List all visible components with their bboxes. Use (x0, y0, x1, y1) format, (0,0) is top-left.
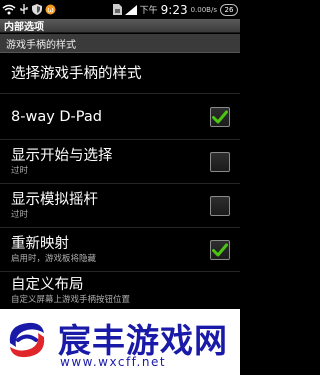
section-header: 游戏手柄的样式 (0, 34, 240, 53)
remap-checkbox[interactable] (210, 239, 230, 260)
list-item-gamepad-style[interactable]: 选择游戏手柄的样式 (0, 54, 240, 94)
brand-url: www.wxcff.net (60, 355, 167, 369)
list-item-custom-layout[interactable]: 自定义布局 自定义屏幕上游戏手柄按钮位置 (0, 272, 240, 309)
title-bar: 内部选项 (0, 19, 240, 33)
time-period: 下午 (139, 6, 158, 16)
list-item-title: 显示开始与选择 (11, 147, 113, 164)
net-speed: 0.00B/s (190, 5, 217, 14)
notification-icon: ω (45, 0, 56, 19)
watermark-banner: 宸丰游戏网 www.wxcff.net (0, 309, 240, 375)
analog-stick-checkbox[interactable] (210, 195, 230, 216)
list-item-subtitle: 过时 (11, 209, 29, 220)
list-item-title: 选择游戏手柄的样式 (11, 65, 142, 82)
list-item-show-start-select[interactable]: 显示开始与选择 过时 (0, 140, 240, 184)
checkmark-icon (212, 243, 228, 256)
list-item-remap[interactable]: 重新映射 启用时，游戏板将隐藏 (0, 228, 240, 272)
clock: 9:23 (160, 2, 188, 17)
status-bar: ω 下午 9:23 0.00B/s 26 (0, 0, 240, 19)
svg-text:ω: ω (47, 6, 54, 15)
list-item-8way-dpad[interactable]: 8-way D-Pad (0, 94, 240, 140)
battery-level: 26 (224, 5, 234, 14)
brand-logo-icon (9, 322, 45, 358)
usb-icon (19, 0, 29, 19)
shield-icon (32, 0, 42, 19)
sim-icon (112, 0, 122, 19)
list-item-title: 8-way D-Pad (11, 108, 102, 125)
section-header-label: 游戏手柄的样式 (6, 39, 76, 51)
checkmark-icon (212, 110, 228, 123)
list-item-title: 重新映射 (11, 235, 69, 252)
page-title: 内部选项 (4, 22, 44, 33)
list-item-show-analog-stick[interactable]: 显示模拟摇杆 过时 (0, 184, 240, 228)
list-item-title: 显示模拟摇杆 (11, 191, 98, 208)
battery-icon: 26 (220, 3, 238, 16)
dpad-checkbox[interactable] (210, 106, 230, 127)
list-item-subtitle: 启用时，游戏板将隐藏 (11, 253, 97, 264)
list-item-title: 自定义布局 (11, 276, 84, 293)
signal-icon (124, 0, 137, 19)
list-item-subtitle: 过时 (11, 165, 29, 176)
list-item-subtitle: 自定义屏幕上游戏手柄按钮位置 (11, 294, 131, 305)
start-select-checkbox[interactable] (210, 151, 230, 172)
wifi-icon (2, 0, 16, 19)
